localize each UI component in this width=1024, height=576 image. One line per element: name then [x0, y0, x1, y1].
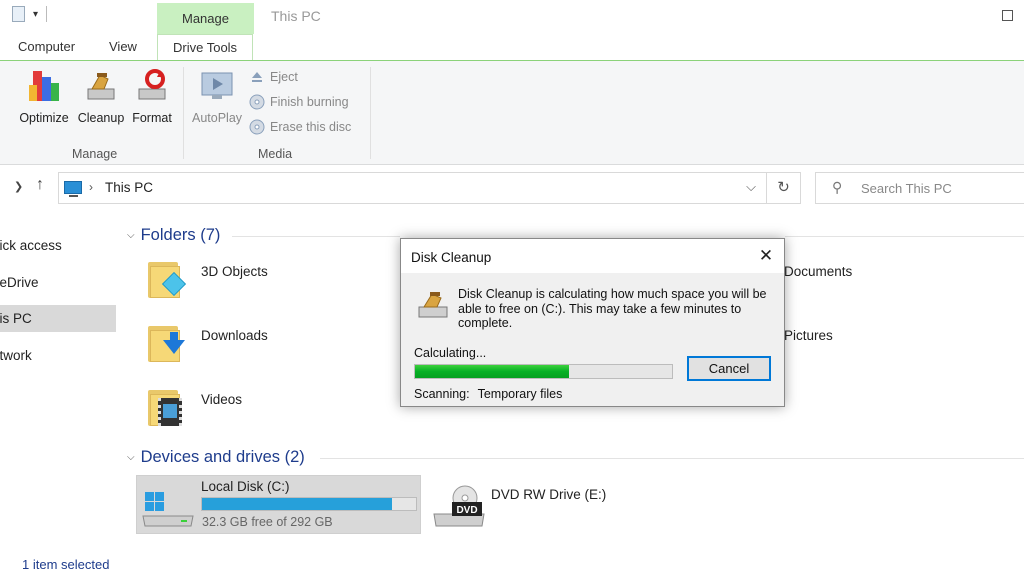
calculating-label: Calculating...: [414, 346, 487, 360]
local-disk-c-tile[interactable]: Local Disk (C:) 32.3 GB free of 292 GB: [136, 475, 421, 534]
quick-access-toolbar: ▾: [0, 6, 48, 22]
nav-item-label: etwork: [0, 348, 32, 363]
folder-videos-icon[interactable]: [146, 384, 190, 428]
folder-3d-objects-icon[interactable]: [146, 256, 190, 300]
ribbon-group-divider: [370, 67, 371, 159]
tab-view[interactable]: View: [109, 39, 137, 54]
nav-item-label: neDrive: [0, 275, 39, 290]
collapse-chevron-icon[interactable]: ⌵: [127, 452, 135, 463]
progress-bar: [414, 364, 673, 379]
dvd-drive-name[interactable]: DVD RW Drive (E:): [491, 487, 606, 502]
scanning-label: Scanning:: [414, 387, 470, 401]
progress-fill: [415, 365, 570, 378]
cleanup-button[interactable]: Cleanup: [76, 67, 126, 125]
disk-free-space: 32.3 GB free of 292 GB: [202, 515, 333, 529]
cleanup-icon: [82, 67, 120, 105]
dialog-title: Disk Cleanup: [411, 250, 492, 265]
windows-drive-icon: [141, 488, 195, 528]
section-divider: [785, 236, 1024, 237]
cleanup-label: Cleanup: [77, 111, 125, 125]
dvd-badge: DVD: [456, 505, 477, 516]
autoplay-button[interactable]: AutoPlay: [189, 67, 245, 125]
optimize-icon: [25, 67, 63, 105]
dvd-drive-icon[interactable]: DVD: [432, 484, 486, 530]
collapse-chevron-icon[interactable]: ⌵: [127, 230, 135, 241]
ribbon-group-divider: [183, 67, 184, 159]
manage-group-label: Manage: [72, 147, 118, 161]
refresh-icon[interactable]: ↻: [767, 172, 801, 204]
window-title: This PC: [271, 8, 321, 24]
dialog-message: Disk Cleanup is calculating how much spa…: [458, 287, 767, 330]
disk-cleanup-icon: [416, 289, 450, 319]
breadcrumb-chevron-icon[interactable]: ›: [89, 180, 93, 194]
disk-usage-bar: [201, 497, 417, 511]
eject-button[interactable]: Eject: [249, 69, 298, 85]
folders-section-header[interactable]: ⌵ Folders (7): [127, 226, 220, 245]
search-input[interactable]: Search This PC: [861, 181, 952, 196]
this-pc-icon: [64, 181, 82, 197]
breadcrumb[interactable]: This PC: [105, 180, 153, 195]
folders-header-label: Folders (7): [140, 226, 221, 244]
status-bar-text: 1 item selected: [22, 557, 110, 572]
nav-item-label: his PC: [0, 311, 32, 326]
tab-drive-tools[interactable]: Drive Tools: [157, 34, 254, 62]
disk-cleanup-dialog: Disk Cleanup ✕ Disk Cleanup is calculati…: [400, 238, 785, 407]
scanning-status: Scanning: Temporary files: [414, 387, 562, 401]
maximize-icon[interactable]: [1002, 10, 1013, 21]
finish-burning-button[interactable]: Finish burning: [249, 94, 349, 110]
address-bar[interactable]: › This PC ⌵: [58, 172, 767, 204]
cancel-button[interactable]: Cancel: [687, 356, 771, 381]
section-divider: [320, 458, 1024, 459]
disc-burn-icon: [249, 94, 265, 110]
format-label: Format: [132, 111, 172, 125]
format-icon: [133, 67, 171, 105]
folder-label-downloads[interactable]: Downloads: [201, 328, 268, 343]
nav-item-quick-access[interactable]: uick access: [0, 232, 116, 259]
local-disk-name: Local Disk (C:): [201, 479, 290, 494]
nav-item-onedrive[interactable]: neDrive: [0, 269, 116, 296]
contextual-tab-manage[interactable]: Manage: [157, 3, 254, 34]
folder-label-documents[interactable]: Documents: [784, 264, 852, 279]
dialog-body: Disk Cleanup is calculating how much spa…: [401, 273, 784, 406]
section-divider: [232, 236, 400, 237]
devices-header-label: Devices and drives (2): [140, 448, 305, 466]
erase-disc-button[interactable]: Erase this disc: [249, 119, 351, 135]
title-bar: ▾ Manage This PC: [0, 0, 1024, 34]
disk-usage-fill: [202, 498, 393, 510]
search-box[interactable]: ⚲ Search This PC: [815, 172, 1024, 204]
eject-icon: [249, 69, 265, 85]
nav-item-this-pc[interactable]: his PC: [0, 305, 116, 332]
autoplay-label: AutoPlay: [191, 111, 243, 125]
ribbon: Optimize Cleanup Format Manage AutoPlay …: [0, 61, 1024, 165]
recent-locations-chevron-icon[interactable]: ❯: [14, 180, 23, 193]
scanning-value: Temporary files: [477, 387, 563, 401]
folder-label-3d-objects[interactable]: 3D Objects: [201, 264, 268, 279]
nav-item-network[interactable]: etwork: [0, 342, 116, 369]
navigation-bar: ❯ ↑ › This PC ⌵ ↻ ⚲ Search This PC: [0, 166, 1024, 210]
customize-qat-arrow-icon[interactable]: ▾: [33, 9, 38, 20]
search-icon: ⚲: [832, 179, 843, 195]
close-icon[interactable]: ✕: [753, 244, 779, 268]
optimize-button[interactable]: Optimize: [17, 67, 71, 125]
autoplay-icon: [198, 67, 236, 105]
devices-section-header[interactable]: ⌵ Devices and drives (2): [127, 448, 305, 467]
properties-icon[interactable]: [12, 6, 25, 22]
erase-disc-label: Erase this disc: [270, 120, 352, 134]
disc-erase-icon: [249, 119, 265, 135]
finish-burning-label: Finish burning: [270, 95, 349, 109]
optimize-label: Optimize: [19, 111, 69, 125]
ribbon-tabs: Computer View Drive Tools: [0, 34, 1024, 62]
eject-label: Eject: [270, 70, 298, 84]
folder-downloads-icon[interactable]: [146, 320, 190, 364]
media-group-label: Media: [258, 147, 293, 161]
folder-label-pictures[interactable]: Pictures: [784, 328, 833, 343]
address-dropdown-icon[interactable]: ⌵: [746, 179, 756, 195]
nav-item-label: uick access: [0, 238, 62, 253]
tab-computer[interactable]: Computer: [18, 39, 75, 54]
folder-label-videos[interactable]: Videos: [201, 392, 242, 407]
qat-separator: [46, 6, 48, 22]
format-button[interactable]: Format: [129, 67, 175, 125]
up-arrow-icon[interactable]: ↑: [36, 176, 44, 194]
